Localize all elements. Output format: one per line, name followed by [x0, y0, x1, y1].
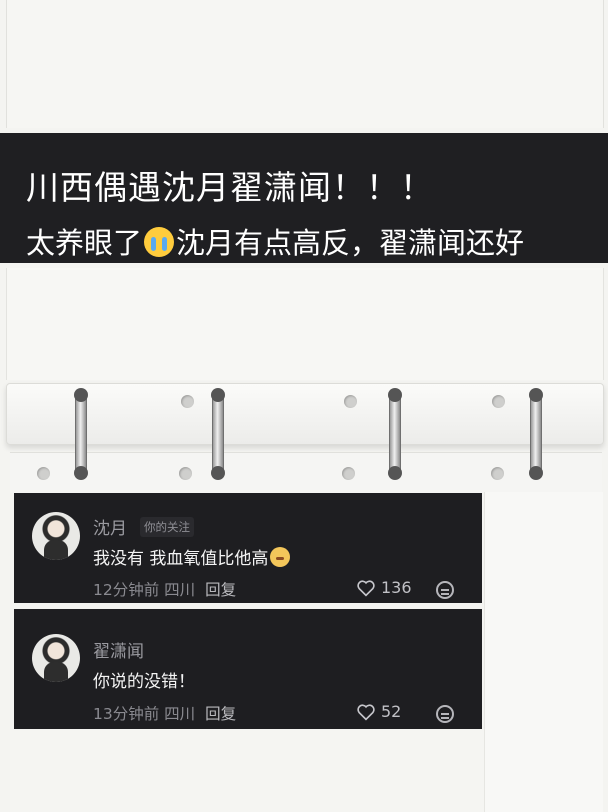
binder-hole: [342, 467, 355, 480]
like-count: 52: [381, 702, 402, 721]
like-count: 136: [381, 578, 412, 597]
banner-subtitle-end: 沈月有点高反，翟潇闻还好: [176, 226, 525, 260]
comment-text: 我没有 我血氧值比他高: [93, 544, 291, 569]
comment-username[interactable]: 翟潇闻: [93, 637, 144, 662]
smiling-emoji-icon: [270, 547, 291, 567]
binder-ring-icon: [388, 388, 402, 480]
like-button[interactable]: 136: [356, 578, 412, 597]
notebook-page: [6, 268, 604, 380]
comment-card: 翟潇闻 你说的没错！ 13分钟前 四川 回复 52: [14, 609, 482, 729]
comment-text-content: 我没有 我血氧值比他高: [93, 549, 269, 569]
binder-hole: [491, 467, 504, 480]
reply-button[interactable]: 回复: [205, 705, 236, 723]
reply-button[interactable]: 回复: [205, 581, 236, 599]
follow-badge: 你的关注: [140, 517, 194, 537]
comment-time-location: 13分钟前 四川: [93, 705, 196, 723]
like-button[interactable]: 52: [356, 702, 401, 721]
binder-ring-icon: [211, 388, 225, 480]
emoji-face-icon[interactable]: [436, 581, 454, 599]
comment-username[interactable]: 沈月: [93, 514, 127, 539]
avatar[interactable]: [32, 634, 80, 682]
comment-text: 你说的没错！: [93, 672, 195, 692]
crying-face-icon: [144, 227, 175, 257]
binder-ring-icon: [529, 388, 543, 480]
banner-subtitle: 太养眼了 沈月有点高反，翟潇闻还好: [26, 220, 524, 262]
heart-icon: [357, 579, 375, 597]
heart-icon: [357, 703, 375, 721]
right-page-sheet: [484, 492, 603, 812]
emoji-face-icon[interactable]: [436, 705, 454, 723]
comment-time-location: 12分钟前 四川: [93, 581, 196, 599]
bottom-paper-sheet: [10, 730, 484, 812]
binder-hole: [181, 395, 194, 408]
comment-meta: 12分钟前 四川 回复: [93, 578, 236, 600]
comment-card: 沈月 你的关注 我没有 我血氧值比他高 12分钟前 四川 回复 136: [14, 493, 482, 603]
binder-lower-strip: [10, 452, 602, 493]
binder-hole: [492, 395, 505, 408]
title-banner: 川西偶遇沈月翟潇闻！！！ 太养眼了 沈月有点高反，翟潇闻还好: [0, 133, 608, 263]
binder-hole: [37, 467, 50, 480]
avatar[interactable]: [32, 512, 80, 560]
binder-hole: [179, 467, 192, 480]
top-paper-sheet: [6, 0, 604, 128]
binder-strip: [6, 383, 604, 445]
comment-meta: 13分钟前 四川 回复: [93, 702, 236, 724]
binder-ring-icon: [74, 388, 88, 480]
binder-hole: [344, 395, 357, 408]
banner-title: 川西偶遇沈月翟潇闻！！！: [26, 168, 434, 207]
banner-subtitle-start: 太养眼了: [26, 226, 143, 260]
